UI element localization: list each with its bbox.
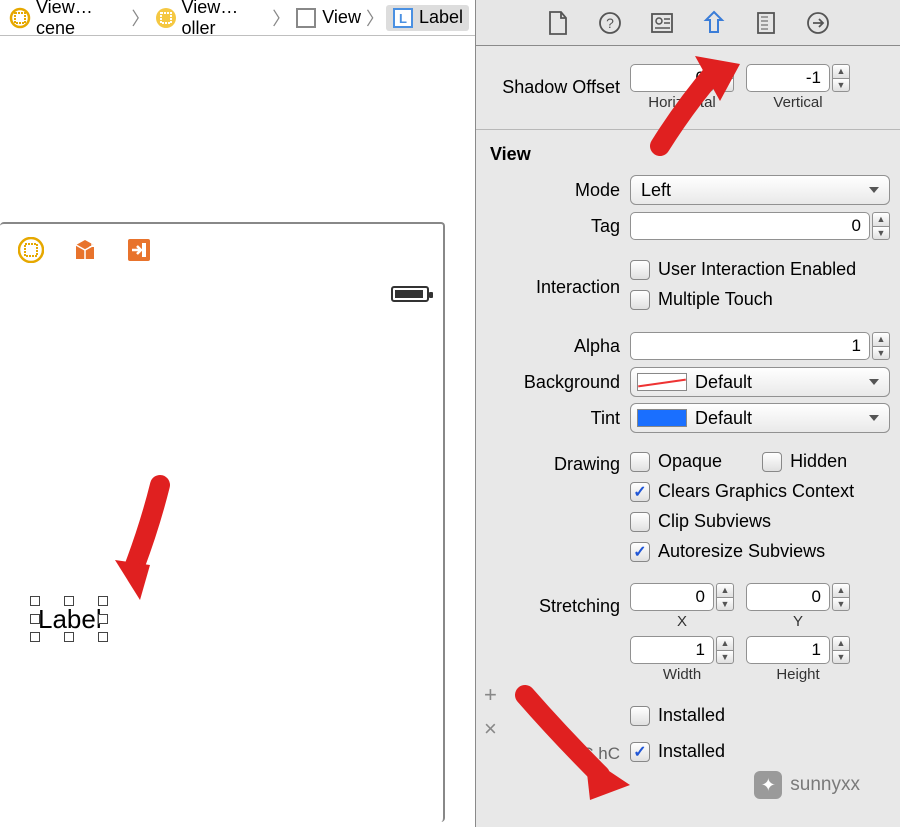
stretch-y-caption: Y bbox=[793, 613, 803, 630]
installed-any-label: Installed bbox=[658, 705, 725, 726]
stretch-x-caption: X bbox=[677, 613, 687, 630]
quick-help-tab-icon[interactable]: ? bbox=[597, 10, 623, 36]
selection-handle[interactable] bbox=[98, 614, 108, 624]
opaque-label: Opaque bbox=[658, 451, 722, 472]
stretch-w-field[interactable]: 1 bbox=[630, 636, 714, 664]
canvas[interactable]: 1 Label bbox=[0, 36, 475, 827]
uilabel-text: Label bbox=[38, 604, 102, 634]
scene-controller-icon[interactable] bbox=[18, 237, 44, 263]
stretch-y-field[interactable]: 0 bbox=[746, 583, 830, 611]
connections-inspector-tab-icon[interactable] bbox=[805, 10, 831, 36]
drawing-label: Drawing bbox=[486, 451, 630, 475]
annotation-arrow-icon bbox=[105, 470, 195, 610]
file-inspector-tab-icon[interactable] bbox=[545, 10, 571, 36]
breadcrumb-scene-label: View…cene bbox=[36, 0, 127, 39]
user-interaction-label: User Interaction Enabled bbox=[658, 259, 856, 280]
installed-sizeclass-label: Installed bbox=[658, 741, 725, 762]
exit-icon[interactable] bbox=[126, 237, 152, 263]
uilabel-element[interactable]: Label bbox=[38, 604, 102, 635]
selection-handle[interactable] bbox=[98, 632, 108, 642]
remove-variation-button[interactable]: × bbox=[484, 716, 497, 742]
watermark: ✦ sunnyxx bbox=[754, 771, 860, 799]
autoresize-label: Autoresize Subviews bbox=[658, 541, 825, 562]
stretch-h-caption: Height bbox=[776, 666, 819, 683]
view-icon bbox=[295, 7, 317, 29]
shadow-vertical-field[interactable]: -1 bbox=[746, 64, 830, 92]
scene-toolbar: 1 bbox=[0, 222, 443, 278]
controller-icon bbox=[155, 7, 177, 29]
annotation-arrow-icon bbox=[640, 46, 750, 166]
opaque-checkbox[interactable] bbox=[630, 452, 650, 472]
breadcrumb-view[interactable]: View bbox=[292, 7, 364, 29]
shadow-offset-label: Shadow Offset bbox=[486, 77, 630, 98]
stretch-x-stepper[interactable]: ▲▼ bbox=[716, 583, 734, 611]
jump-bar: View…cene 〉 View…oller 〉 View 〉 L Label bbox=[0, 0, 475, 36]
background-label: Background bbox=[486, 372, 630, 393]
chevron-icon: 〉 bbox=[364, 5, 386, 31]
stretching-label: Stretching bbox=[486, 596, 630, 617]
multiple-touch-label: Multiple Touch bbox=[658, 289, 773, 310]
hidden-label: Hidden bbox=[790, 451, 847, 472]
stretch-h-stepper[interactable]: ▲▼ bbox=[832, 636, 850, 664]
size-inspector-tab-icon[interactable] bbox=[753, 10, 779, 36]
add-variation-button[interactable]: + bbox=[484, 682, 497, 708]
background-swatch-icon bbox=[637, 373, 687, 391]
clears-graphics-label: Clears Graphics Context bbox=[658, 481, 854, 502]
first-responder-icon[interactable]: 1 bbox=[72, 237, 98, 263]
stretch-x-field[interactable]: 0 bbox=[630, 583, 714, 611]
selection-handle[interactable] bbox=[64, 632, 74, 642]
svg-text:1: 1 bbox=[89, 239, 95, 250]
interaction-label: Interaction bbox=[486, 277, 630, 298]
mode-popup[interactable]: Left bbox=[630, 175, 890, 205]
shadow-vertical-caption: Vertical bbox=[773, 94, 822, 111]
clip-subviews-checkbox[interactable] bbox=[630, 512, 650, 532]
mode-label: Mode bbox=[486, 180, 630, 201]
alpha-label: Alpha bbox=[486, 336, 630, 357]
inspector-tab-bar: ? bbox=[476, 0, 900, 46]
alpha-field[interactable]: 1 bbox=[630, 332, 870, 360]
breadcrumb-controller[interactable]: View…oller bbox=[152, 0, 271, 39]
wechat-icon: ✦ bbox=[754, 771, 782, 799]
selection-handle[interactable] bbox=[64, 596, 74, 606]
watermark-text: sunnyxx bbox=[790, 774, 860, 796]
identity-inspector-tab-icon[interactable] bbox=[649, 10, 675, 36]
battery-icon bbox=[391, 286, 429, 302]
attributes-inspector-tab-icon[interactable] bbox=[701, 10, 727, 36]
hidden-checkbox[interactable] bbox=[762, 452, 782, 472]
svg-text:?: ? bbox=[606, 15, 614, 31]
stretch-w-caption: Width bbox=[663, 666, 701, 683]
svg-text:L: L bbox=[399, 11, 407, 26]
annotation-arrow-icon bbox=[505, 680, 645, 810]
multiple-touch-checkbox[interactable] bbox=[630, 290, 650, 310]
device-frame: 1 Label bbox=[0, 222, 445, 822]
stretch-w-stepper[interactable]: ▲▼ bbox=[716, 636, 734, 664]
scene-icon bbox=[9, 7, 31, 29]
selection-handle[interactable] bbox=[30, 596, 40, 606]
clears-graphics-checkbox[interactable] bbox=[630, 482, 650, 502]
selection-handle[interactable] bbox=[30, 614, 40, 624]
tint-popup[interactable]: Default bbox=[630, 403, 890, 433]
user-interaction-checkbox[interactable] bbox=[630, 260, 650, 280]
selection-handle[interactable] bbox=[30, 632, 40, 642]
breadcrumb-scene[interactable]: View…cene bbox=[6, 0, 130, 39]
clip-subviews-label: Clip Subviews bbox=[658, 511, 771, 532]
breadcrumb-label[interactable]: L Label bbox=[386, 5, 469, 31]
chevron-icon: 〉 bbox=[270, 5, 292, 31]
alpha-stepper[interactable]: ▲▼ bbox=[872, 332, 890, 360]
tag-field[interactable]: 0 bbox=[630, 212, 870, 240]
tint-label: Tint bbox=[486, 408, 630, 429]
background-popup[interactable]: Default bbox=[630, 367, 890, 397]
stretch-h-field[interactable]: 1 bbox=[746, 636, 830, 664]
chevron-icon: 〉 bbox=[130, 5, 152, 31]
tag-label: Tag bbox=[486, 216, 630, 237]
autoresize-checkbox[interactable] bbox=[630, 542, 650, 562]
breadcrumb-label-text: Label bbox=[419, 7, 463, 28]
breadcrumb-view-label: View bbox=[322, 7, 361, 28]
label-icon: L bbox=[392, 7, 414, 29]
tint-swatch-icon bbox=[637, 409, 687, 427]
breadcrumb-controller-label: View…oller bbox=[182, 0, 268, 39]
tag-stepper[interactable]: ▲▼ bbox=[872, 212, 890, 240]
shadow-vertical-stepper[interactable]: ▲▼ bbox=[832, 64, 850, 92]
stretch-y-stepper[interactable]: ▲▼ bbox=[832, 583, 850, 611]
